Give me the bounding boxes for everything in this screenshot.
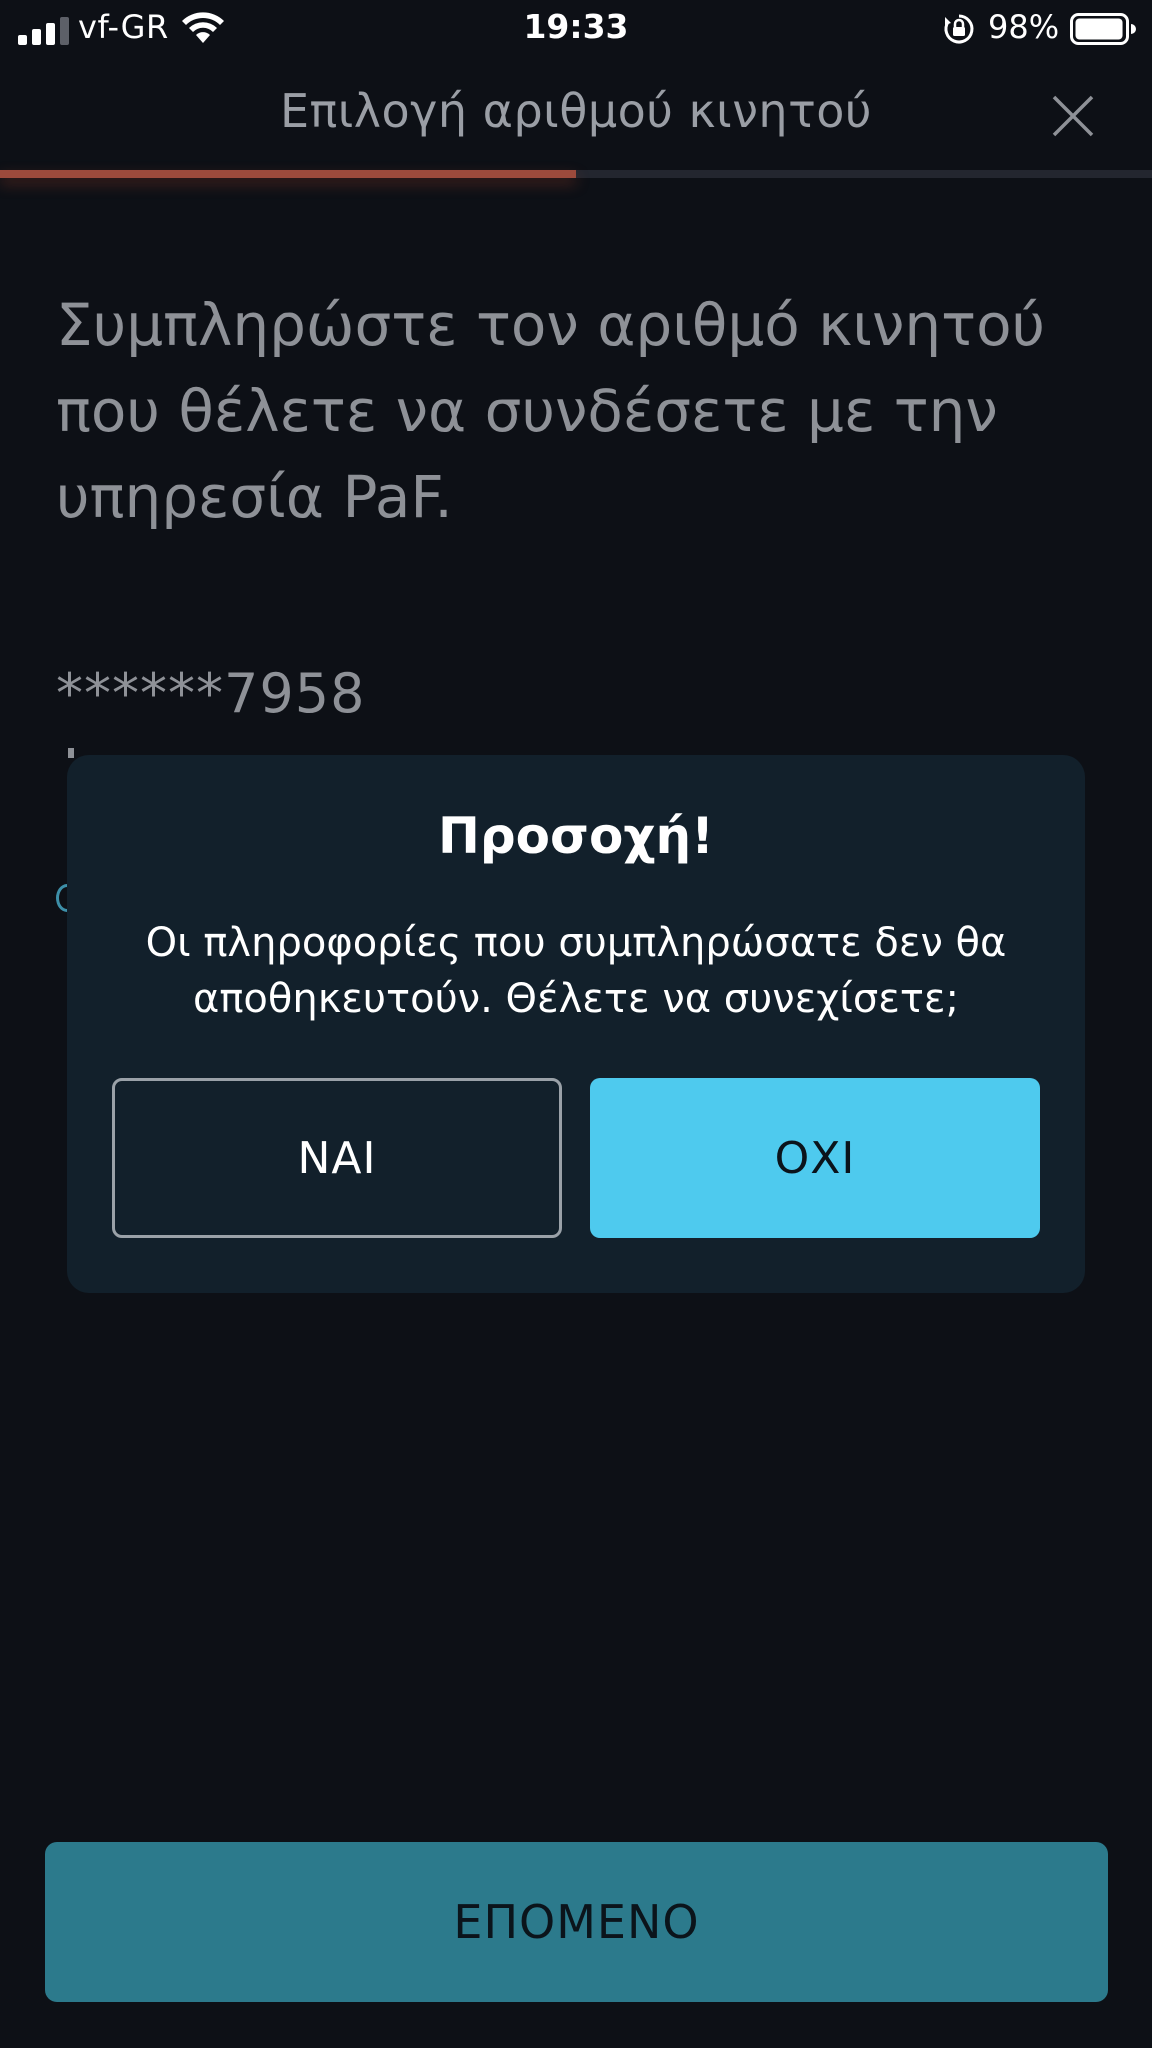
dialog-message: Οι πληροφορίες που συμπληρώσατε δεν θα α… [145, 920, 1007, 1022]
screen: vf-GR 19:33 98% Επιλογή αριθμού κινητού … [0, 0, 1152, 2048]
yes-button[interactable]: ΝΑΙ [112, 1078, 562, 1238]
status-bar: vf-GR 19:33 98% [0, 0, 1152, 58]
battery-percentage: 98% [988, 8, 1060, 46]
page-title: Επιλογή αριθμού κινητού [279, 84, 873, 138]
step-progress-bar [0, 170, 1152, 178]
status-time: 19:33 [523, 7, 629, 46]
instruction-text: Συμπληρώστε τον αριθμό κινητού που θέλετ… [56, 291, 1046, 531]
warning-dialog: Προσοχή! Οι πληροφορίες που συμπληρώσατε… [67, 755, 1085, 1293]
no-button[interactable]: ΟΧΙ [590, 1078, 1040, 1238]
next-button[interactable]: ΕΠΟΜΕΝΟ [45, 1842, 1108, 2002]
step-progress-fill [0, 170, 576, 178]
phone-field-underline [68, 748, 74, 758]
battery-icon [1070, 13, 1136, 45]
close-icon[interactable] [1050, 93, 1096, 139]
dialog-title: Προσοχή! [438, 807, 714, 865]
phone-number-field[interactable]: ******7958 [56, 662, 365, 725]
rotation-lock-icon [944, 14, 974, 44]
